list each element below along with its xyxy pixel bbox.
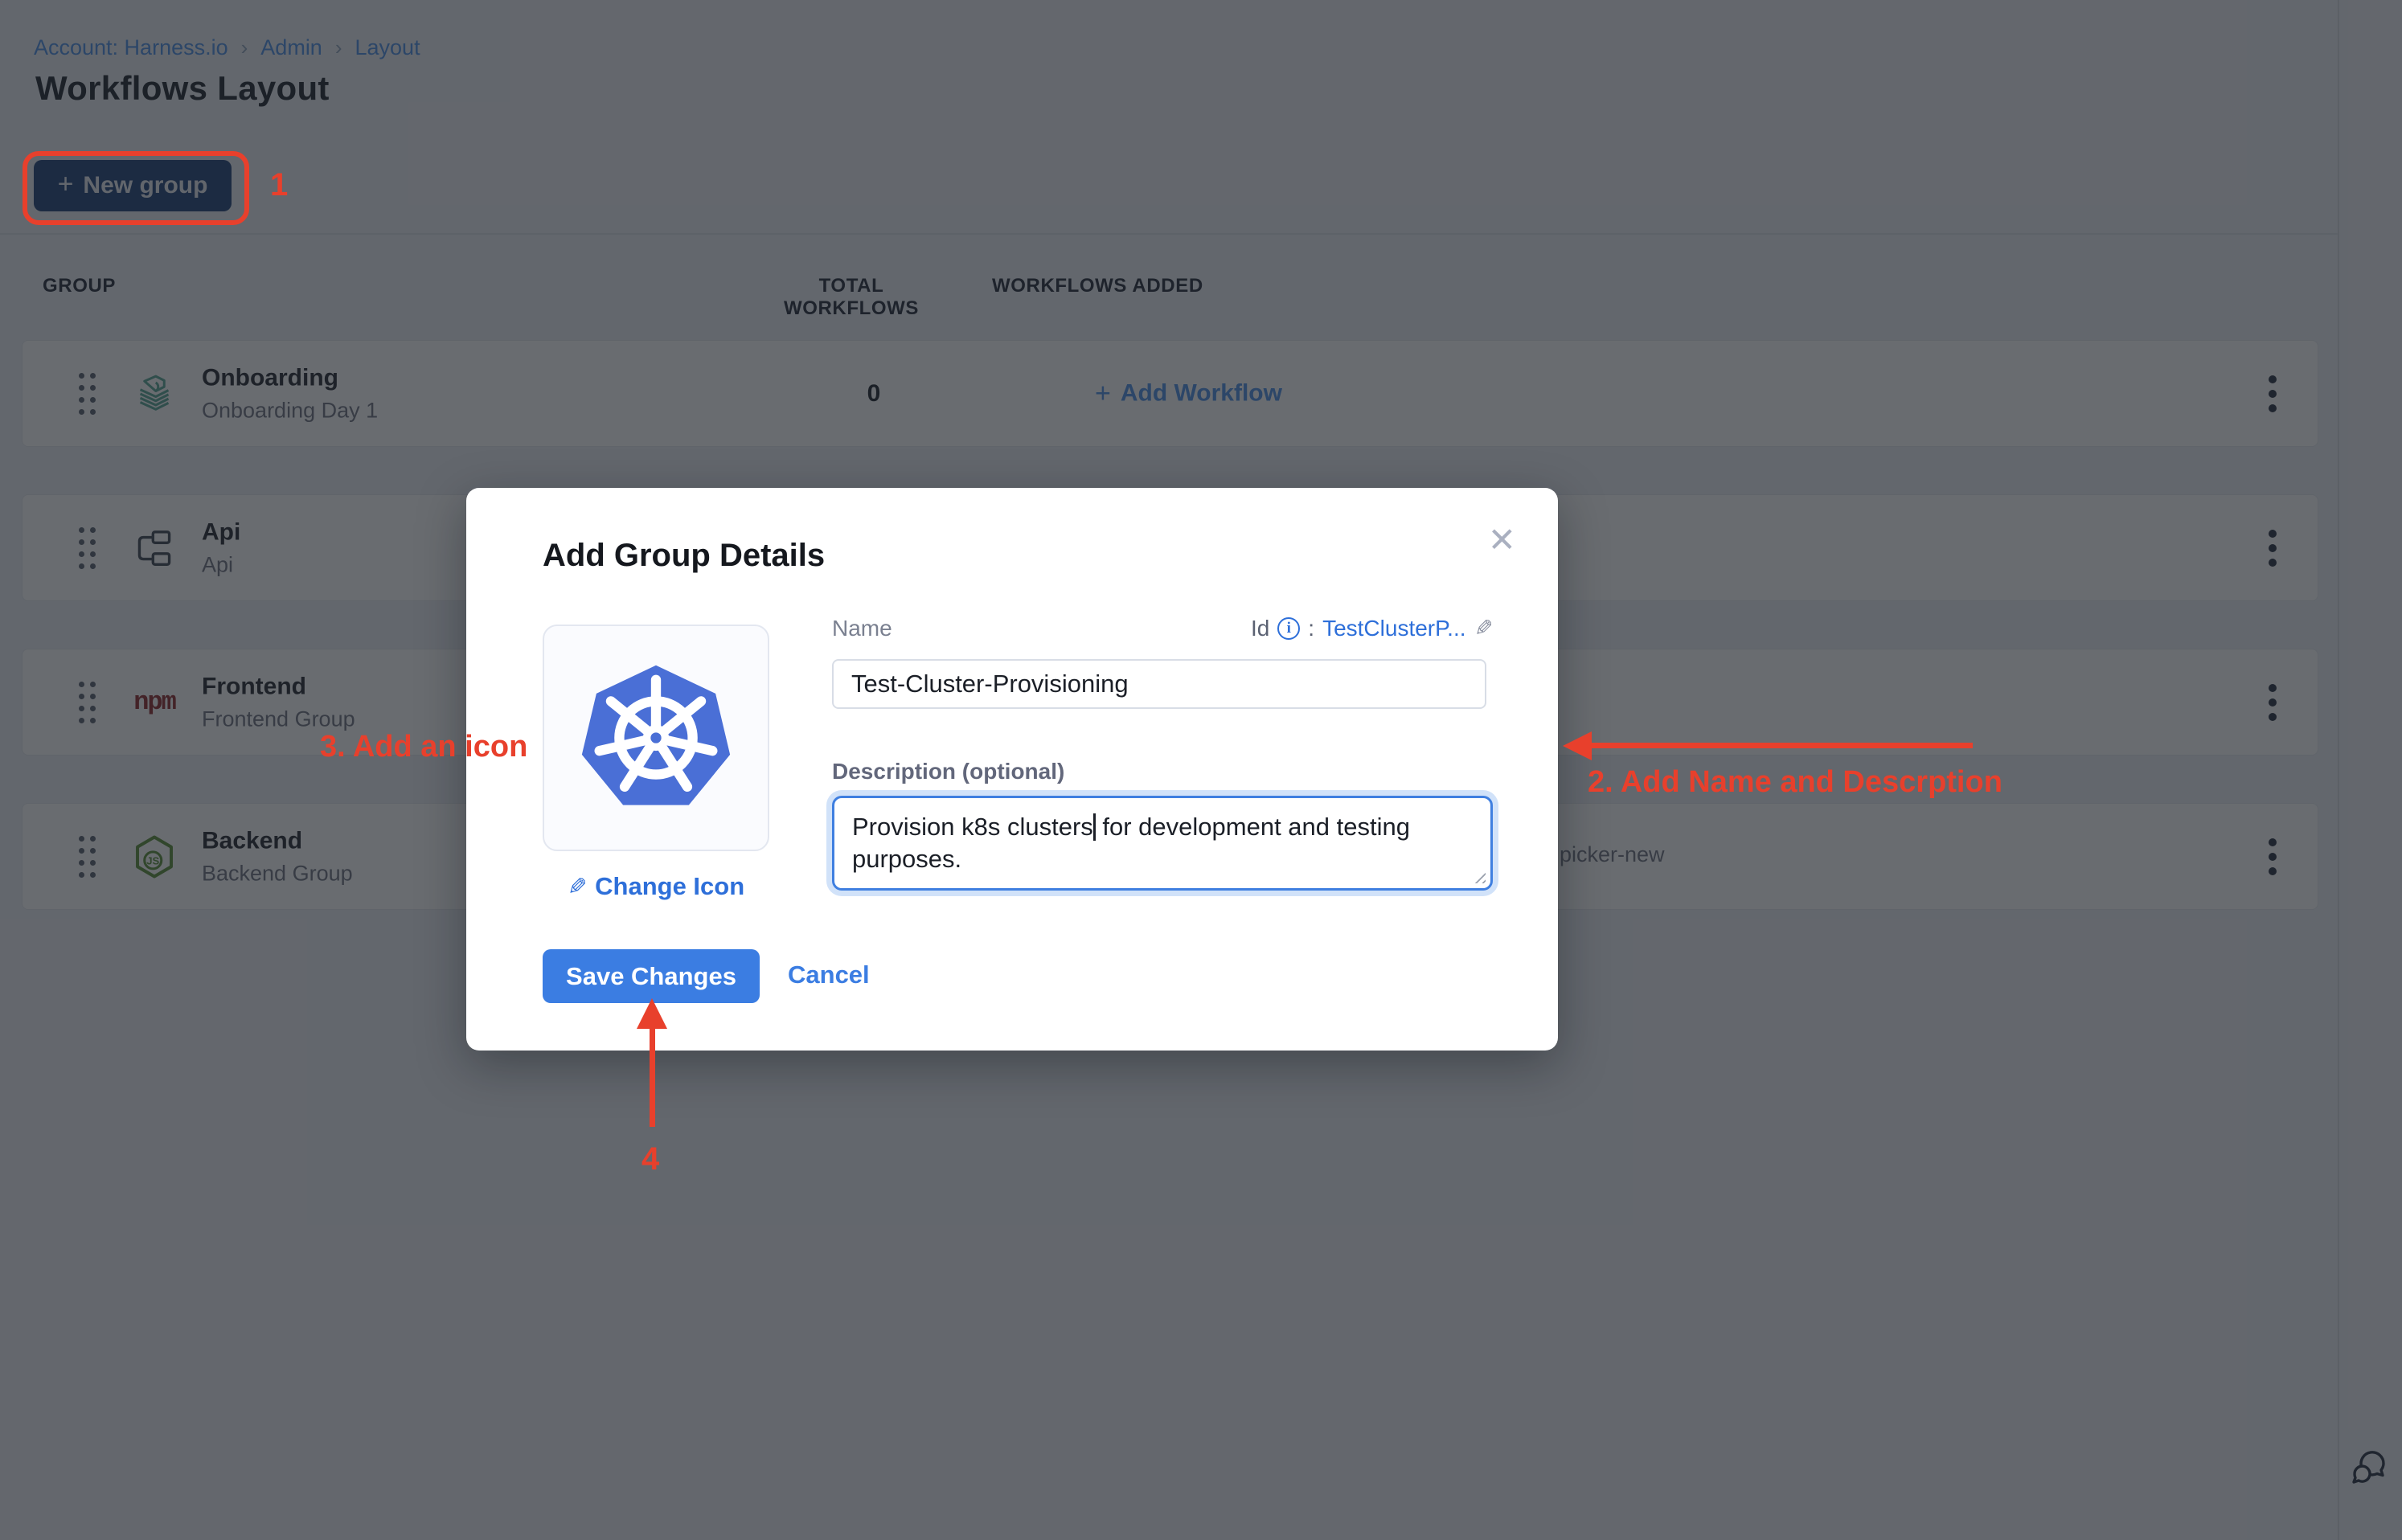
kubernetes-logo-icon (577, 661, 735, 814)
cancel-button[interactable]: Cancel (788, 960, 870, 989)
description-text-before-cursor: Provision k8s clusters (852, 813, 1093, 841)
group-description-textarea[interactable]: Provision k8s clusters for development a… (832, 796, 1493, 891)
annotation-step-4: 4 (641, 1141, 659, 1178)
change-icon-label: Change Icon (595, 872, 744, 900)
close-icon[interactable]: ✕ (1488, 523, 1516, 557)
change-icon-link[interactable]: ✎ Change Icon (543, 872, 769, 901)
annotation-step-1: 1 (270, 167, 288, 203)
info-icon[interactable]: i (1277, 617, 1300, 640)
annotation-step-2: 2. Add Name and Descrption (1588, 765, 2002, 800)
name-field-label: Name (832, 616, 892, 641)
group-icon-preview[interactable] (543, 625, 769, 851)
annotation-arrow-up-line (650, 1027, 655, 1127)
annotation-arrow-left-line (1588, 743, 1973, 748)
annotation-step-3: 3. Add an icon (320, 730, 527, 764)
pencil-icon: ✎ (568, 873, 587, 901)
group-name-input[interactable] (832, 659, 1486, 709)
entity-id-row: Id i : TestClusterP... ✎ (1251, 615, 1493, 641)
id-label: Id (1251, 616, 1269, 641)
save-changes-button[interactable]: Save Changes (543, 949, 760, 1003)
id-colon: : (1308, 616, 1314, 641)
annotation-arrow-up-head (637, 998, 667, 1029)
textarea-resize-grip[interactable] (1471, 869, 1486, 883)
modal-title: Add Group Details (543, 538, 825, 574)
annotation-highlight-box (23, 151, 249, 225)
description-field-label: Description (optional) (832, 759, 1493, 784)
edit-id-pencil-icon[interactable]: ✎ (1474, 615, 1493, 641)
add-group-details-modal: Add Group Details ✕ ✎ Change Icon Name (466, 488, 1558, 1051)
annotation-arrow-left-head (1563, 731, 1592, 760)
id-value-link[interactable]: TestClusterP... (1322, 616, 1465, 641)
